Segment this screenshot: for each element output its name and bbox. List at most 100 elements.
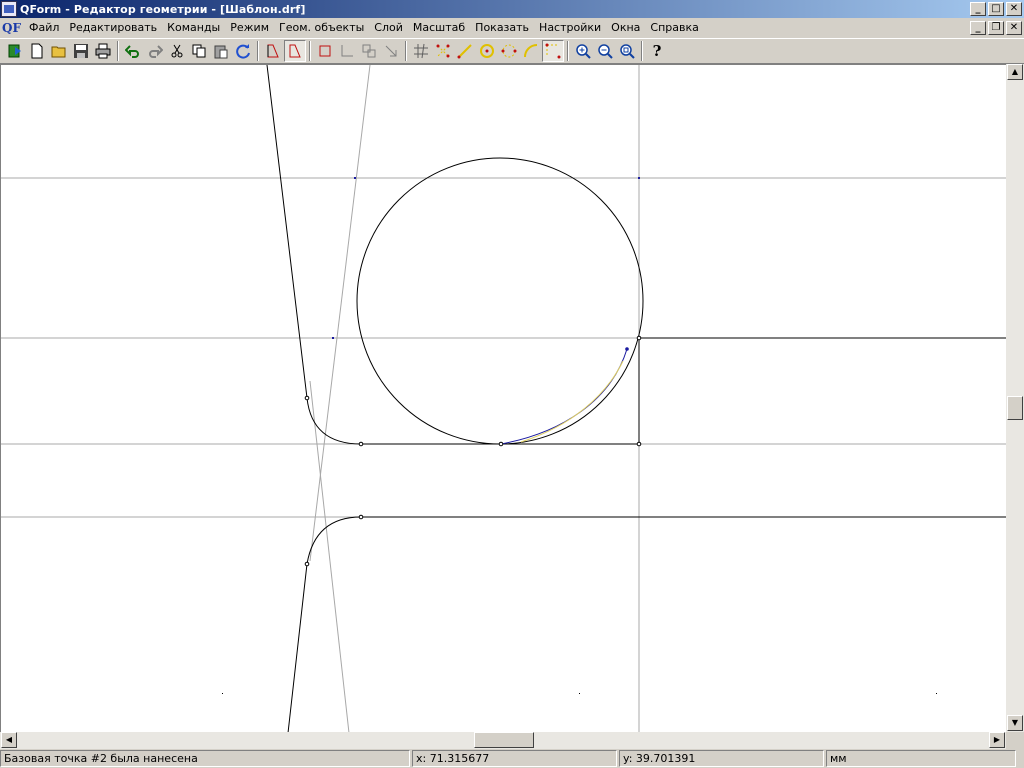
status-x-coordinate: x: 71.315677 bbox=[412, 750, 617, 767]
construction-line-diag2[interactable] bbox=[309, 380, 350, 733]
minimize-button[interactable]: _ bbox=[970, 2, 986, 16]
qform-app-icon[interactable] bbox=[1, 1, 17, 17]
toolbar-separator bbox=[405, 41, 407, 61]
point[interactable] bbox=[636, 335, 642, 341]
menu-geom-objects[interactable]: Геом. объекты bbox=[274, 19, 369, 37]
status-unit: мм bbox=[826, 750, 1016, 767]
cut-icon[interactable] bbox=[166, 40, 188, 62]
grid-dots bbox=[222, 693, 937, 694]
toolbar-separator bbox=[567, 41, 569, 61]
construction-line-diag1[interactable] bbox=[309, 65, 371, 562]
angle-icon[interactable] bbox=[336, 40, 358, 62]
help-icon[interactable]: ? bbox=[646, 40, 668, 62]
toolbar-separator bbox=[257, 41, 259, 61]
construction-lines-icon[interactable] bbox=[410, 40, 432, 62]
doc-restore-button[interactable]: ❐ bbox=[988, 21, 1004, 35]
arc-icon[interactable] bbox=[520, 40, 542, 62]
scroll-up-button[interactable]: ▲ bbox=[1007, 64, 1023, 80]
maximize-button[interactable]: □ bbox=[988, 2, 1004, 16]
geometry-drawing[interactable] bbox=[1, 65, 1007, 733]
document-window-controls: _ ❐ ✕ bbox=[968, 21, 1022, 35]
save-icon[interactable] bbox=[70, 40, 92, 62]
circle-points-icon[interactable] bbox=[498, 40, 520, 62]
geometry-contour bbox=[266, 65, 1007, 733]
horizontal-scrollbar[interactable]: ◀ ▶ bbox=[0, 732, 1006, 749]
points-icon[interactable] bbox=[432, 40, 454, 62]
redo-icon[interactable] bbox=[144, 40, 166, 62]
menu-show[interactable]: Показать bbox=[470, 19, 534, 37]
status-y-coordinate: y: 39.701391 bbox=[619, 750, 824, 767]
menu-scale[interactable]: Масштаб bbox=[408, 19, 470, 37]
window-title: QForm - Редактор геометрии - [Шаблон.drf… bbox=[20, 2, 306, 16]
point[interactable] bbox=[304, 395, 310, 401]
zoom-fit-icon[interactable] bbox=[616, 40, 638, 62]
intersection-dot bbox=[332, 337, 334, 339]
vertical-scrollbar[interactable]: ▲ ▼ bbox=[1006, 64, 1024, 732]
move-icon[interactable] bbox=[358, 40, 380, 62]
zoom-out-icon[interactable] bbox=[594, 40, 616, 62]
intersection-dot bbox=[354, 177, 356, 179]
toolbar-separator bbox=[309, 41, 311, 61]
menu-layer[interactable]: Слой bbox=[369, 19, 408, 37]
grid-dot bbox=[579, 693, 580, 694]
open-folder-icon[interactable] bbox=[48, 40, 70, 62]
window-controls: _ □ ✕ bbox=[968, 2, 1022, 16]
horizontal-scroll-thumb[interactable] bbox=[474, 732, 534, 748]
doc-minimize-button[interactable]: _ bbox=[970, 21, 986, 35]
scrollbar-corner bbox=[1006, 732, 1024, 749]
menu-windows[interactable]: Окна bbox=[606, 19, 645, 37]
geom-lower-contour[interactable] bbox=[287, 516, 1007, 733]
point[interactable] bbox=[498, 441, 504, 447]
toolbar: ? bbox=[0, 38, 1024, 64]
point[interactable] bbox=[358, 441, 364, 447]
exit-icon[interactable] bbox=[4, 40, 26, 62]
refresh-icon[interactable] bbox=[232, 40, 254, 62]
geom-spline[interactable] bbox=[500, 348, 628, 445]
copy-icon[interactable] bbox=[188, 40, 210, 62]
status-bar: Базовая точка #2 была нанесена x: 71.315… bbox=[0, 750, 1024, 768]
geom-circle[interactable] bbox=[356, 157, 644, 445]
rectangle-icon[interactable] bbox=[314, 40, 336, 62]
grid-dot bbox=[936, 693, 937, 694]
line-icon[interactable] bbox=[454, 40, 476, 62]
construction-lines bbox=[1, 65, 1007, 733]
new-file-icon[interactable] bbox=[26, 40, 48, 62]
geom-spline-highlight bbox=[520, 360, 624, 443]
print-icon[interactable] bbox=[92, 40, 114, 62]
close-button[interactable]: ✕ bbox=[1006, 2, 1022, 16]
scroll-down-button[interactable]: ▼ bbox=[1007, 715, 1023, 731]
zoom-in-icon[interactable] bbox=[572, 40, 594, 62]
base-point[interactable] bbox=[625, 347, 629, 351]
menu-help[interactable]: Справка bbox=[645, 19, 703, 37]
point[interactable] bbox=[304, 561, 310, 567]
doc-close-button[interactable]: ✕ bbox=[1006, 21, 1022, 35]
scroll-right-button[interactable]: ▶ bbox=[989, 732, 1005, 748]
contour-select-icon[interactable] bbox=[284, 40, 306, 62]
document-icon[interactable]: QF bbox=[2, 20, 21, 36]
circle-icon[interactable] bbox=[476, 40, 498, 62]
menu-settings[interactable]: Настройки bbox=[534, 19, 606, 37]
geometry-points bbox=[304, 335, 642, 567]
menu-bar: QF Файл Редактировать Команды Режим Геом… bbox=[0, 18, 1024, 38]
toolbar-separator bbox=[641, 41, 643, 61]
construction-intersections bbox=[332, 177, 640, 339]
title-bar: QForm - Редактор геометрии - [Шаблон.drf… bbox=[0, 0, 1024, 18]
drawing-canvas[interactable] bbox=[0, 64, 1008, 733]
scroll-left-button[interactable]: ◀ bbox=[1, 732, 17, 748]
geom-upper-contour[interactable] bbox=[266, 65, 1007, 445]
menu-edit[interactable]: Редактировать bbox=[64, 19, 162, 37]
status-message: Базовая точка #2 была нанесена bbox=[0, 750, 410, 767]
grid-dot bbox=[222, 693, 223, 694]
menu-file[interactable]: Файл bbox=[24, 19, 64, 37]
menu-commands[interactable]: Команды bbox=[162, 19, 225, 37]
vertical-scroll-thumb[interactable] bbox=[1007, 396, 1023, 420]
arrow-icon[interactable] bbox=[380, 40, 402, 62]
point[interactable] bbox=[358, 514, 364, 520]
undo-icon[interactable] bbox=[122, 40, 144, 62]
intersection-dot bbox=[638, 177, 640, 179]
contour-icon[interactable] bbox=[262, 40, 284, 62]
menu-mode[interactable]: Режим bbox=[225, 19, 274, 37]
point[interactable] bbox=[636, 441, 642, 447]
paste-icon[interactable] bbox=[210, 40, 232, 62]
corner-points-icon[interactable] bbox=[542, 40, 564, 62]
